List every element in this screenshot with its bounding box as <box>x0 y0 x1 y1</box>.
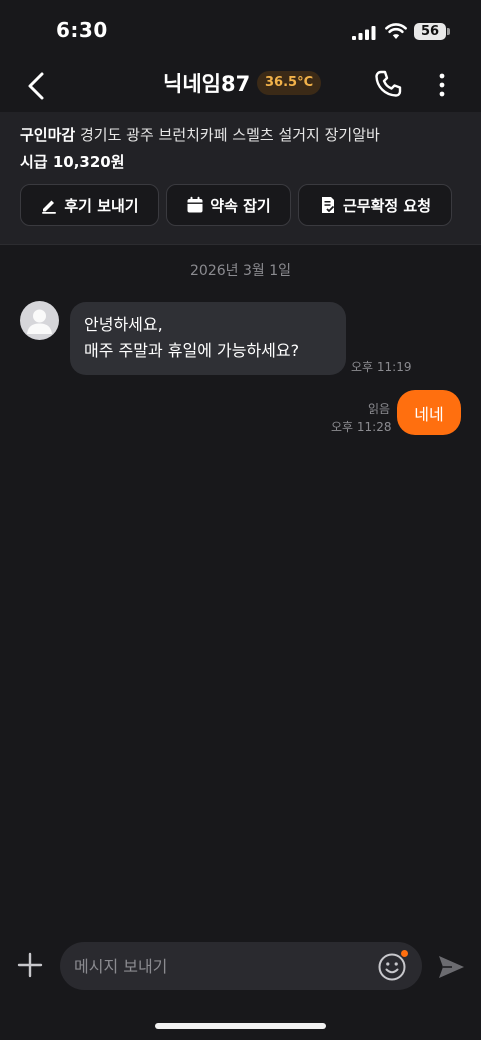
outgoing-message-time: 오후 11:28 <box>331 420 392 434</box>
back-arrow-icon[interactable] <box>24 70 50 102</box>
message-input[interactable] <box>60 942 422 990</box>
outgoing-message-bubble[interactable]: 네네 <box>397 390 461 435</box>
send-review-button[interactable]: 후기 보내기 <box>20 184 159 226</box>
make-appointment-label: 약속 잡기 <box>210 196 271 215</box>
send-review-label: 후기 보내기 <box>64 196 139 215</box>
plus-icon[interactable] <box>17 952 43 978</box>
job-title: 경기도 광주 브런치카페 스멜츠 설거지 장기알바 <box>79 126 380 144</box>
job-wage: 시급 10,320원 <box>20 153 125 171</box>
battery-nub <box>447 28 450 35</box>
status-time: 6:30 <box>56 18 108 42</box>
send-icon[interactable] <box>436 952 466 982</box>
work-confirm-request-button[interactable]: 근무확정 요청 <box>298 184 452 226</box>
chat-partner-name[interactable]: 닉네임87 <box>163 68 250 98</box>
document-check-icon <box>321 197 335 213</box>
incoming-message-line-2: 매주 주말과 휴일에 가능하세요? <box>84 341 300 360</box>
more-options-icon[interactable] <box>430 70 454 100</box>
avatar[interactable] <box>20 301 59 340</box>
date-separator: 2026년 3월 1일 <box>190 263 291 279</box>
new-badge-dot <box>401 950 408 957</box>
signal-icon <box>352 26 376 40</box>
work-confirm-request-label: 근무확정 요청 <box>342 196 432 215</box>
incoming-message-line-1: 안녕하세요, <box>84 315 163 334</box>
wifi-icon <box>385 23 407 39</box>
calendar-icon <box>187 196 203 213</box>
incoming-message-bubble[interactable]: 안녕하세요, 매주 주말과 휴일에 가능하세요? <box>70 302 346 375</box>
manner-temperature-badge[interactable]: 36.5°C <box>257 71 322 95</box>
phone-icon[interactable] <box>372 68 404 100</box>
outgoing-message-text: 네네 <box>414 404 444 424</box>
battery-indicator: 56 <box>414 23 446 40</box>
pencil-icon <box>42 200 57 214</box>
make-appointment-button[interactable]: 약속 잡기 <box>166 184 291 226</box>
job-post-summary[interactable]: 구인마감 경기도 광주 브런치카페 스멜츠 설거지 장기알바 <box>20 124 380 145</box>
default-profile-icon <box>27 309 52 334</box>
read-receipt: 읽음 <box>368 402 391 416</box>
job-status: 구인마감 <box>20 126 76 144</box>
incoming-message-time: 오후 11:19 <box>351 360 412 374</box>
home-indicator <box>155 1023 326 1029</box>
